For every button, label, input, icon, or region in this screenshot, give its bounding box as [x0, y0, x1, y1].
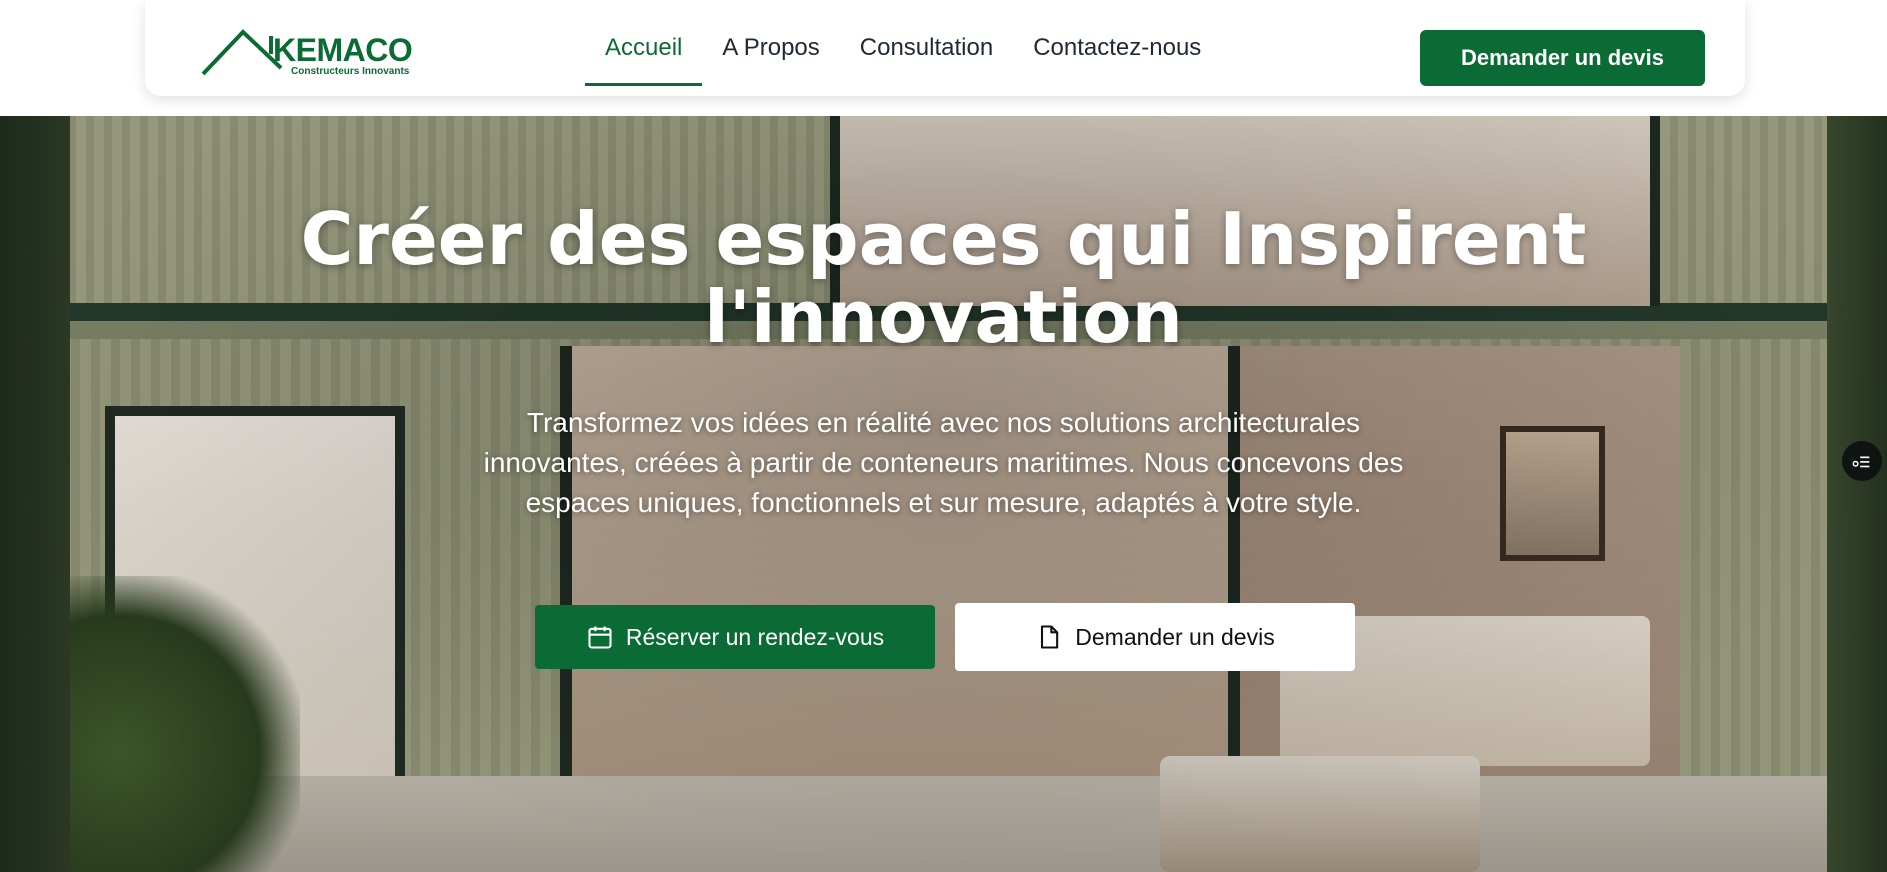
logo-name: KEMACO — [273, 32, 413, 68]
page: KEMACO Constructeurs Innovants Accueil A… — [0, 0, 1887, 872]
settings-list-icon — [1852, 456, 1870, 468]
hero-title: Créer des espaces qui Inspirent l'innova… — [300, 197, 1587, 359]
nav-link-a-propos[interactable]: A Propos — [702, 0, 839, 96]
hero-subtitle: Transformez vos idées en réalité avec no… — [483, 407, 1404, 518]
logo-tagline: Constructeurs Innovants — [291, 66, 410, 77]
nav-link-consultation[interactable]: Consultation — [840, 0, 1013, 96]
book-appointment-button[interactable]: Réserver un rendez-vous — [535, 605, 935, 669]
nav-links: Accueil A Propos Consultation Contactez-… — [585, 0, 1221, 96]
request-quote-label: Demander un devis — [1075, 623, 1275, 650]
request-quote-button[interactable]: Demander un devis — [955, 603, 1355, 671]
calendar-icon — [588, 626, 612, 649]
document-icon — [1041, 625, 1059, 649]
nav-quote-button[interactable]: Demander un devis — [1420, 30, 1705, 86]
navbar: KEMACO Constructeurs Innovants Accueil A… — [145, 0, 1745, 96]
floating-widget-button[interactable] — [1842, 441, 1882, 481]
logo[interactable]: KEMACO Constructeurs Innovants — [201, 28, 431, 78]
book-appointment-label: Réserver un rendez-vous — [625, 623, 885, 650]
nav-link-accueil[interactable]: Accueil — [585, 0, 703, 86]
nav-link-contactez-nous[interactable]: Contactez-nous — [1013, 0, 1221, 96]
